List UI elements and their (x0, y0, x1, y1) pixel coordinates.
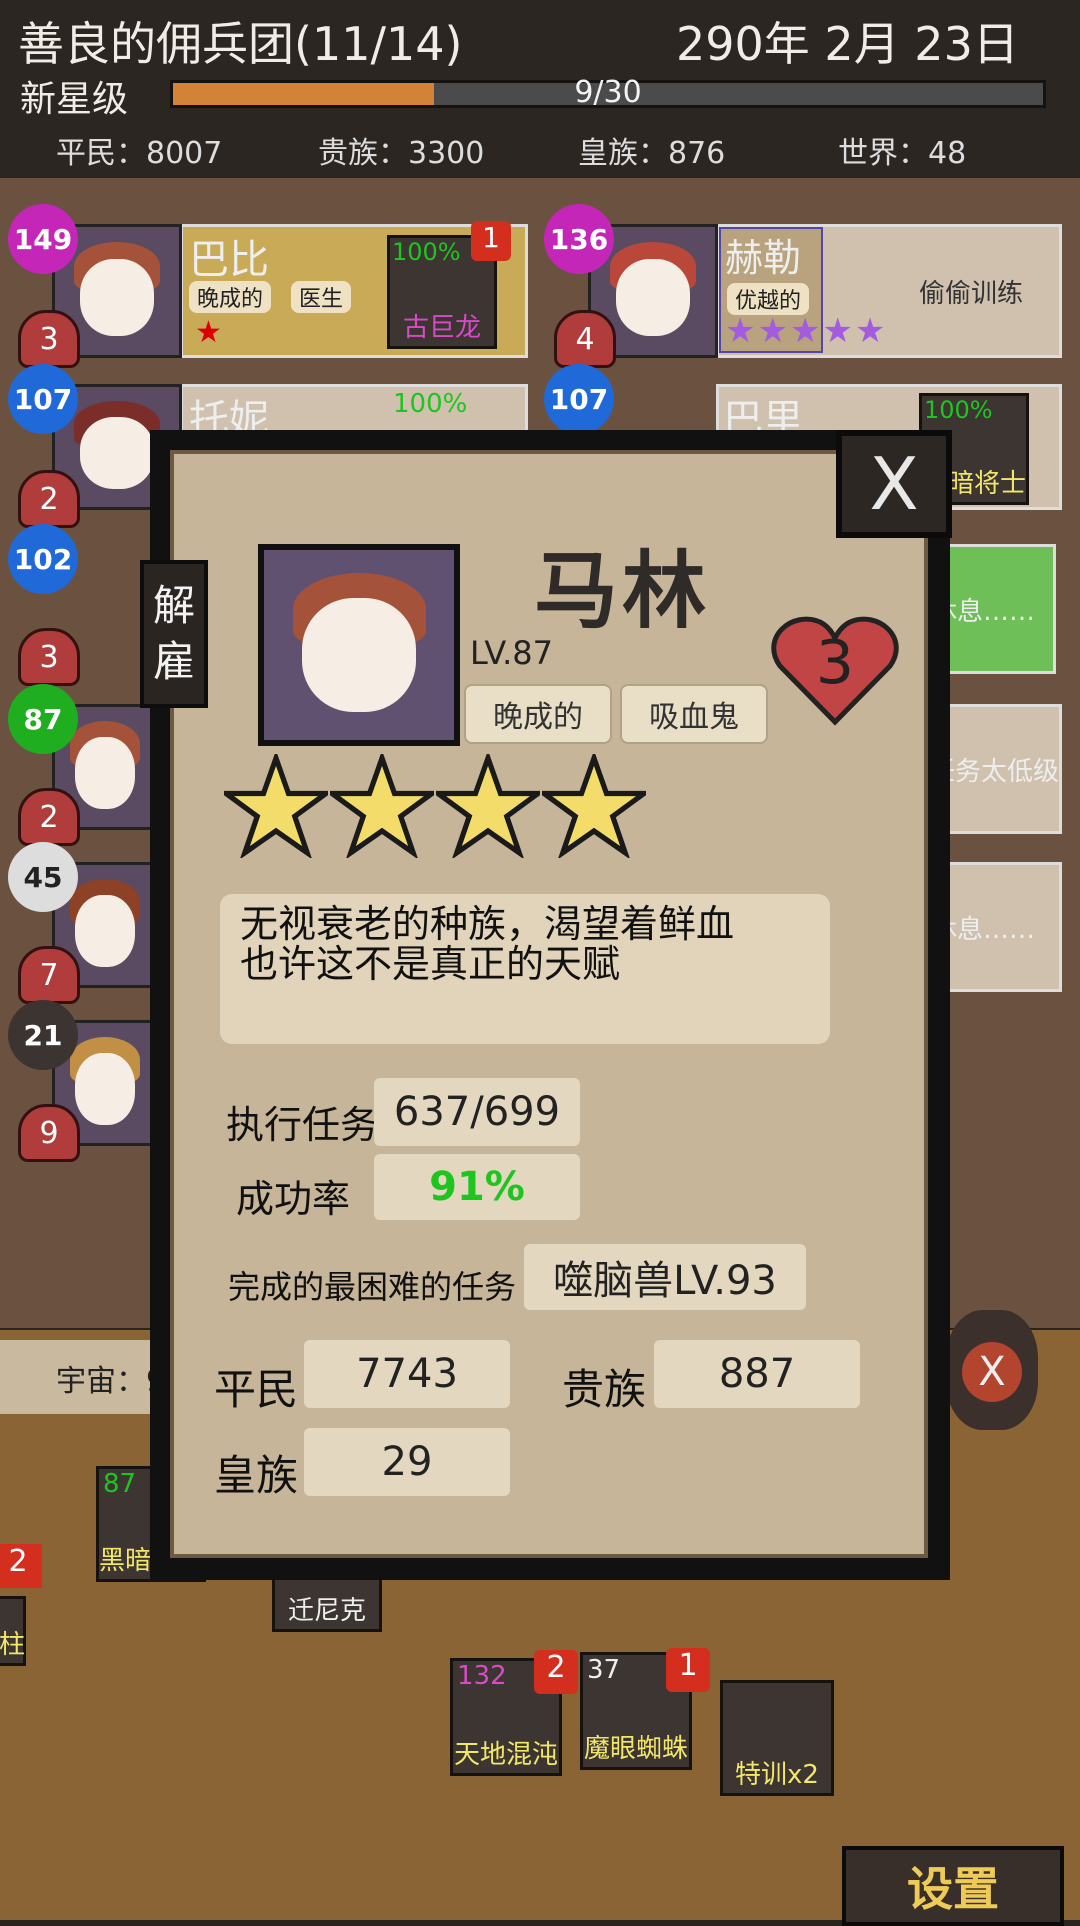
success-rate-value: 91% (374, 1154, 580, 1220)
rank-progress-text: 9/30 (574, 75, 642, 110)
description-line: 无视衰老的种族，渴望着鲜血 (240, 902, 735, 946)
game-date: 290年 2月 23日 (676, 17, 1019, 71)
item-label: 古巨龙 (402, 313, 481, 343)
dismiss-button[interactable]: 解雇 (140, 560, 208, 708)
trait-tag: 晚成的 (189, 281, 272, 313)
item-label: 特训x2 (735, 1760, 819, 1790)
noble-value: 887 (654, 1340, 860, 1408)
level-badge: 107 (544, 364, 614, 434)
heart-icon: 3 (18, 628, 80, 686)
universe-panel: 宇宙：9 (0, 1340, 170, 1414)
success-rate-label: 成功率 (236, 1177, 351, 1221)
rank-progress-bar: 9/30 (170, 75, 1046, 110)
missions-label: 执行任务 (226, 1103, 379, 1147)
item-count-badge: 1 (666, 1648, 710, 1692)
mercenary-name: 巴比 (189, 237, 269, 283)
item-count-badge: 2 (534, 1650, 578, 1694)
item-count-badge: 2 (0, 1544, 42, 1588)
close-circle-icon: X (962, 1342, 1022, 1402)
inventory-item[interactable]: 柱 (0, 1596, 26, 1666)
item-progress: 100% (924, 396, 993, 424)
trait-tag: 医生 (291, 281, 352, 313)
mercenary-card[interactable]: 巴比 晚成的 医生 ★ 100% 古巨龙 1 (180, 221, 528, 358)
item-label: 柱 (0, 1630, 26, 1660)
population-commoner: 平民：8007 (56, 136, 223, 171)
heart-icon: 7 (18, 946, 80, 1004)
item-label: 天地混沌 (453, 1740, 558, 1770)
mercenary-description: 无视衰老的种族，渴望着鲜血 也许这不是真正的天赋 (220, 894, 830, 1044)
item-label: 迁尼克 (287, 1596, 366, 1626)
heart-icon: 2 (18, 470, 80, 528)
mercenary-name: 赫勒 (725, 236, 802, 280)
heart-icon: 3 (770, 610, 900, 730)
summon-emblem-icon[interactable]: X (946, 1310, 1038, 1430)
noble-label: 贵族 (562, 1365, 647, 1414)
close-button[interactable]: X (836, 430, 952, 538)
inventory-item[interactable]: 特训x2 (720, 1680, 834, 1796)
royal-value: 29 (304, 1428, 510, 1496)
commoner-label: 平民 (214, 1365, 299, 1414)
guild-rank: 新星级 (20, 79, 129, 120)
star-rating: ★★★★★ (725, 311, 888, 351)
heart-icon: 4 (554, 310, 616, 368)
top-header: 善良的佣兵团(11/14) 290年 2月 23日 新星级 9/30 平民：80… (0, 0, 1080, 178)
star-icon (218, 750, 334, 862)
item-progress: 100% (393, 389, 468, 419)
description-line: 也许这不是真正的天赋 (240, 942, 621, 986)
star-icon (536, 750, 652, 862)
level-badge: 102 (8, 524, 78, 594)
item-count: 132 (457, 1661, 507, 1691)
trait-tag: 吸血鬼 (620, 684, 768, 744)
mercenary-detail-modal: 马林 LV.87 晚成的 吸血鬼 3 无视衰老的种族，渴望着鲜血 也许这不是真正… (140, 430, 952, 1580)
population-noble: 贵族：3300 (318, 136, 485, 171)
star-icon (430, 750, 546, 862)
level-badge: 45 (8, 842, 78, 912)
heart-icon: 3 (18, 310, 80, 368)
mercenary-portrait (258, 544, 460, 746)
population-royal: 皇族：876 (578, 136, 726, 171)
item-progress: 100% (392, 238, 461, 266)
mercenary-card[interactable]: 赫勒 优越的 ★★★★★ 偷偷训练 (716, 224, 1062, 358)
population-world: 世界：48 (838, 136, 967, 171)
parchment-panel: 马林 LV.87 晚成的 吸血鬼 3 无视衰老的种族，渴望着鲜血 也许这不是真正… (170, 450, 928, 1558)
star-icon: ★ (195, 315, 222, 350)
trait-tag: 晚成的 (464, 684, 612, 744)
settings-button[interactable]: 设置 (842, 1846, 1064, 1926)
mercenary-status: 偷偷训练 (919, 279, 1024, 309)
item-count: 87 (103, 1469, 137, 1499)
item-count-badge: 1 (471, 221, 511, 261)
commoner-value: 7743 (304, 1340, 510, 1408)
mercenary-name-panel: 赫勒 优越的 ★★★★★ (719, 227, 885, 353)
guild-name: 善良的佣兵团(11/14) (18, 17, 463, 71)
hardest-mission-value: 噬脑兽LV.93 (524, 1244, 806, 1310)
item-label: 魔眼蜘蛛 (583, 1734, 688, 1764)
heart-count: 3 (815, 628, 855, 698)
royal-label: 皇族 (214, 1451, 299, 1500)
level-badge: 136 (544, 204, 614, 274)
heart-icon: 9 (18, 1104, 80, 1162)
star-icon (324, 750, 440, 862)
mercenary-name: 马林 (534, 542, 711, 640)
level-badge: 21 (8, 1000, 78, 1070)
mercenary-level: LV.87 (470, 634, 553, 672)
level-badge: 149 (8, 204, 78, 274)
missions-value: 637/699 (374, 1078, 580, 1146)
universe-count: 宇宙：9 (56, 1364, 166, 1399)
level-badge: 107 (8, 364, 78, 434)
heart-icon: 2 (18, 788, 80, 846)
hardest-mission-label: 完成的最困难的任务 (228, 1268, 517, 1306)
item-count: 37 (587, 1655, 621, 1685)
star-rating (218, 750, 684, 864)
level-badge: 87 (8, 684, 78, 754)
